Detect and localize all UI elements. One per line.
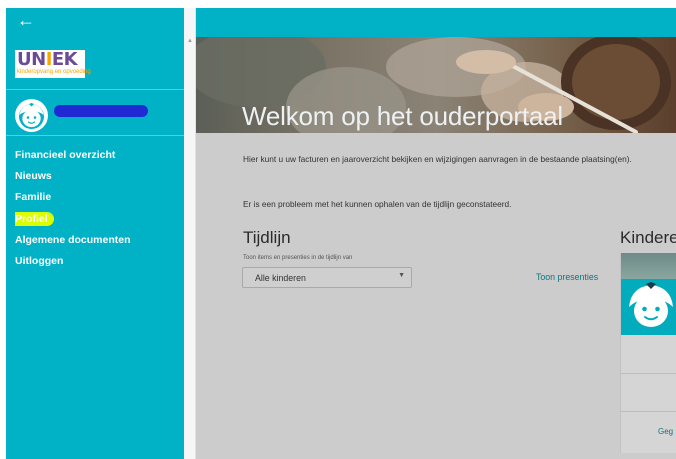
- child-card[interactable]: Geg: [620, 253, 676, 453]
- unik-logo[interactable]: UNIEK kinderopvang en opvoeding: [15, 49, 91, 78]
- child-photo: [621, 253, 676, 335]
- logo-tagline: kinderopvang en opvoeding: [17, 69, 91, 75]
- show-presences-link[interactable]: Toon presenties: [536, 272, 598, 282]
- child-filter-value: Alle kinderen: [255, 273, 306, 283]
- hero-banner: Welkom op het ouderportaal: [196, 37, 676, 133]
- top-bar: [196, 8, 676, 37]
- card-divider: [621, 373, 676, 374]
- card-divider: [621, 411, 676, 412]
- arrow-left-icon[interactable]: ←: [17, 11, 35, 29]
- sidebar-divider: [6, 89, 184, 90]
- sidebar-item-profiel[interactable]: Profiel: [15, 209, 131, 230]
- sidebar-nav: Financieel overzicht Nieuws Familie Prof…: [15, 145, 131, 272]
- page-title: Welkom op het ouderportaal: [242, 101, 563, 131]
- sidebar-item-uitloggen[interactable]: Uitloggen: [15, 251, 131, 272]
- error-message: Er is een probleem met het kunnen ophale…: [243, 199, 512, 209]
- sidebar-item-nieuws[interactable]: Nieuws: [15, 166, 131, 187]
- chevron-down-icon: ▼: [398, 272, 405, 279]
- avatar[interactable]: [15, 99, 48, 132]
- intro-text: Hier kunt u uw facturen en jaaroverzicht…: [243, 154, 632, 164]
- child-filter-select[interactable]: Alle kinderen ▼: [242, 267, 412, 288]
- child-face-icon: [629, 282, 673, 327]
- redacted-user-name: [54, 105, 148, 117]
- child-details-link[interactable]: Geg: [658, 427, 673, 436]
- sidebar: ← UNIEK kinderopvang en opvoeding Financ…: [6, 8, 184, 459]
- sidebar-header: ←: [6, 8, 184, 36]
- main-content: Welkom op het ouderportaal Hier kunt u u…: [196, 37, 676, 459]
- sidebar-item-familie[interactable]: Familie: [15, 187, 131, 208]
- sidebar-divider: [6, 135, 184, 136]
- children-title: Kinderen: [620, 228, 676, 247]
- sidebar-item-financieel-overzicht[interactable]: Financieel overzicht: [15, 145, 131, 166]
- logo-wordmark: UNIEK: [17, 49, 78, 70]
- sidebar-item-algemene-documenten[interactable]: Algemene documenten: [15, 230, 131, 251]
- scroll-up-icon[interactable]: ▲: [187, 38, 193, 44]
- sidebar-scrollbar[interactable]: ▲: [184, 8, 196, 459]
- child-face-icon: [19, 103, 44, 129]
- timeline-title: Tijdlijn: [243, 228, 291, 247]
- timeline-filter-label: Toon items en presenties in de tijdlijn …: [243, 255, 353, 261]
